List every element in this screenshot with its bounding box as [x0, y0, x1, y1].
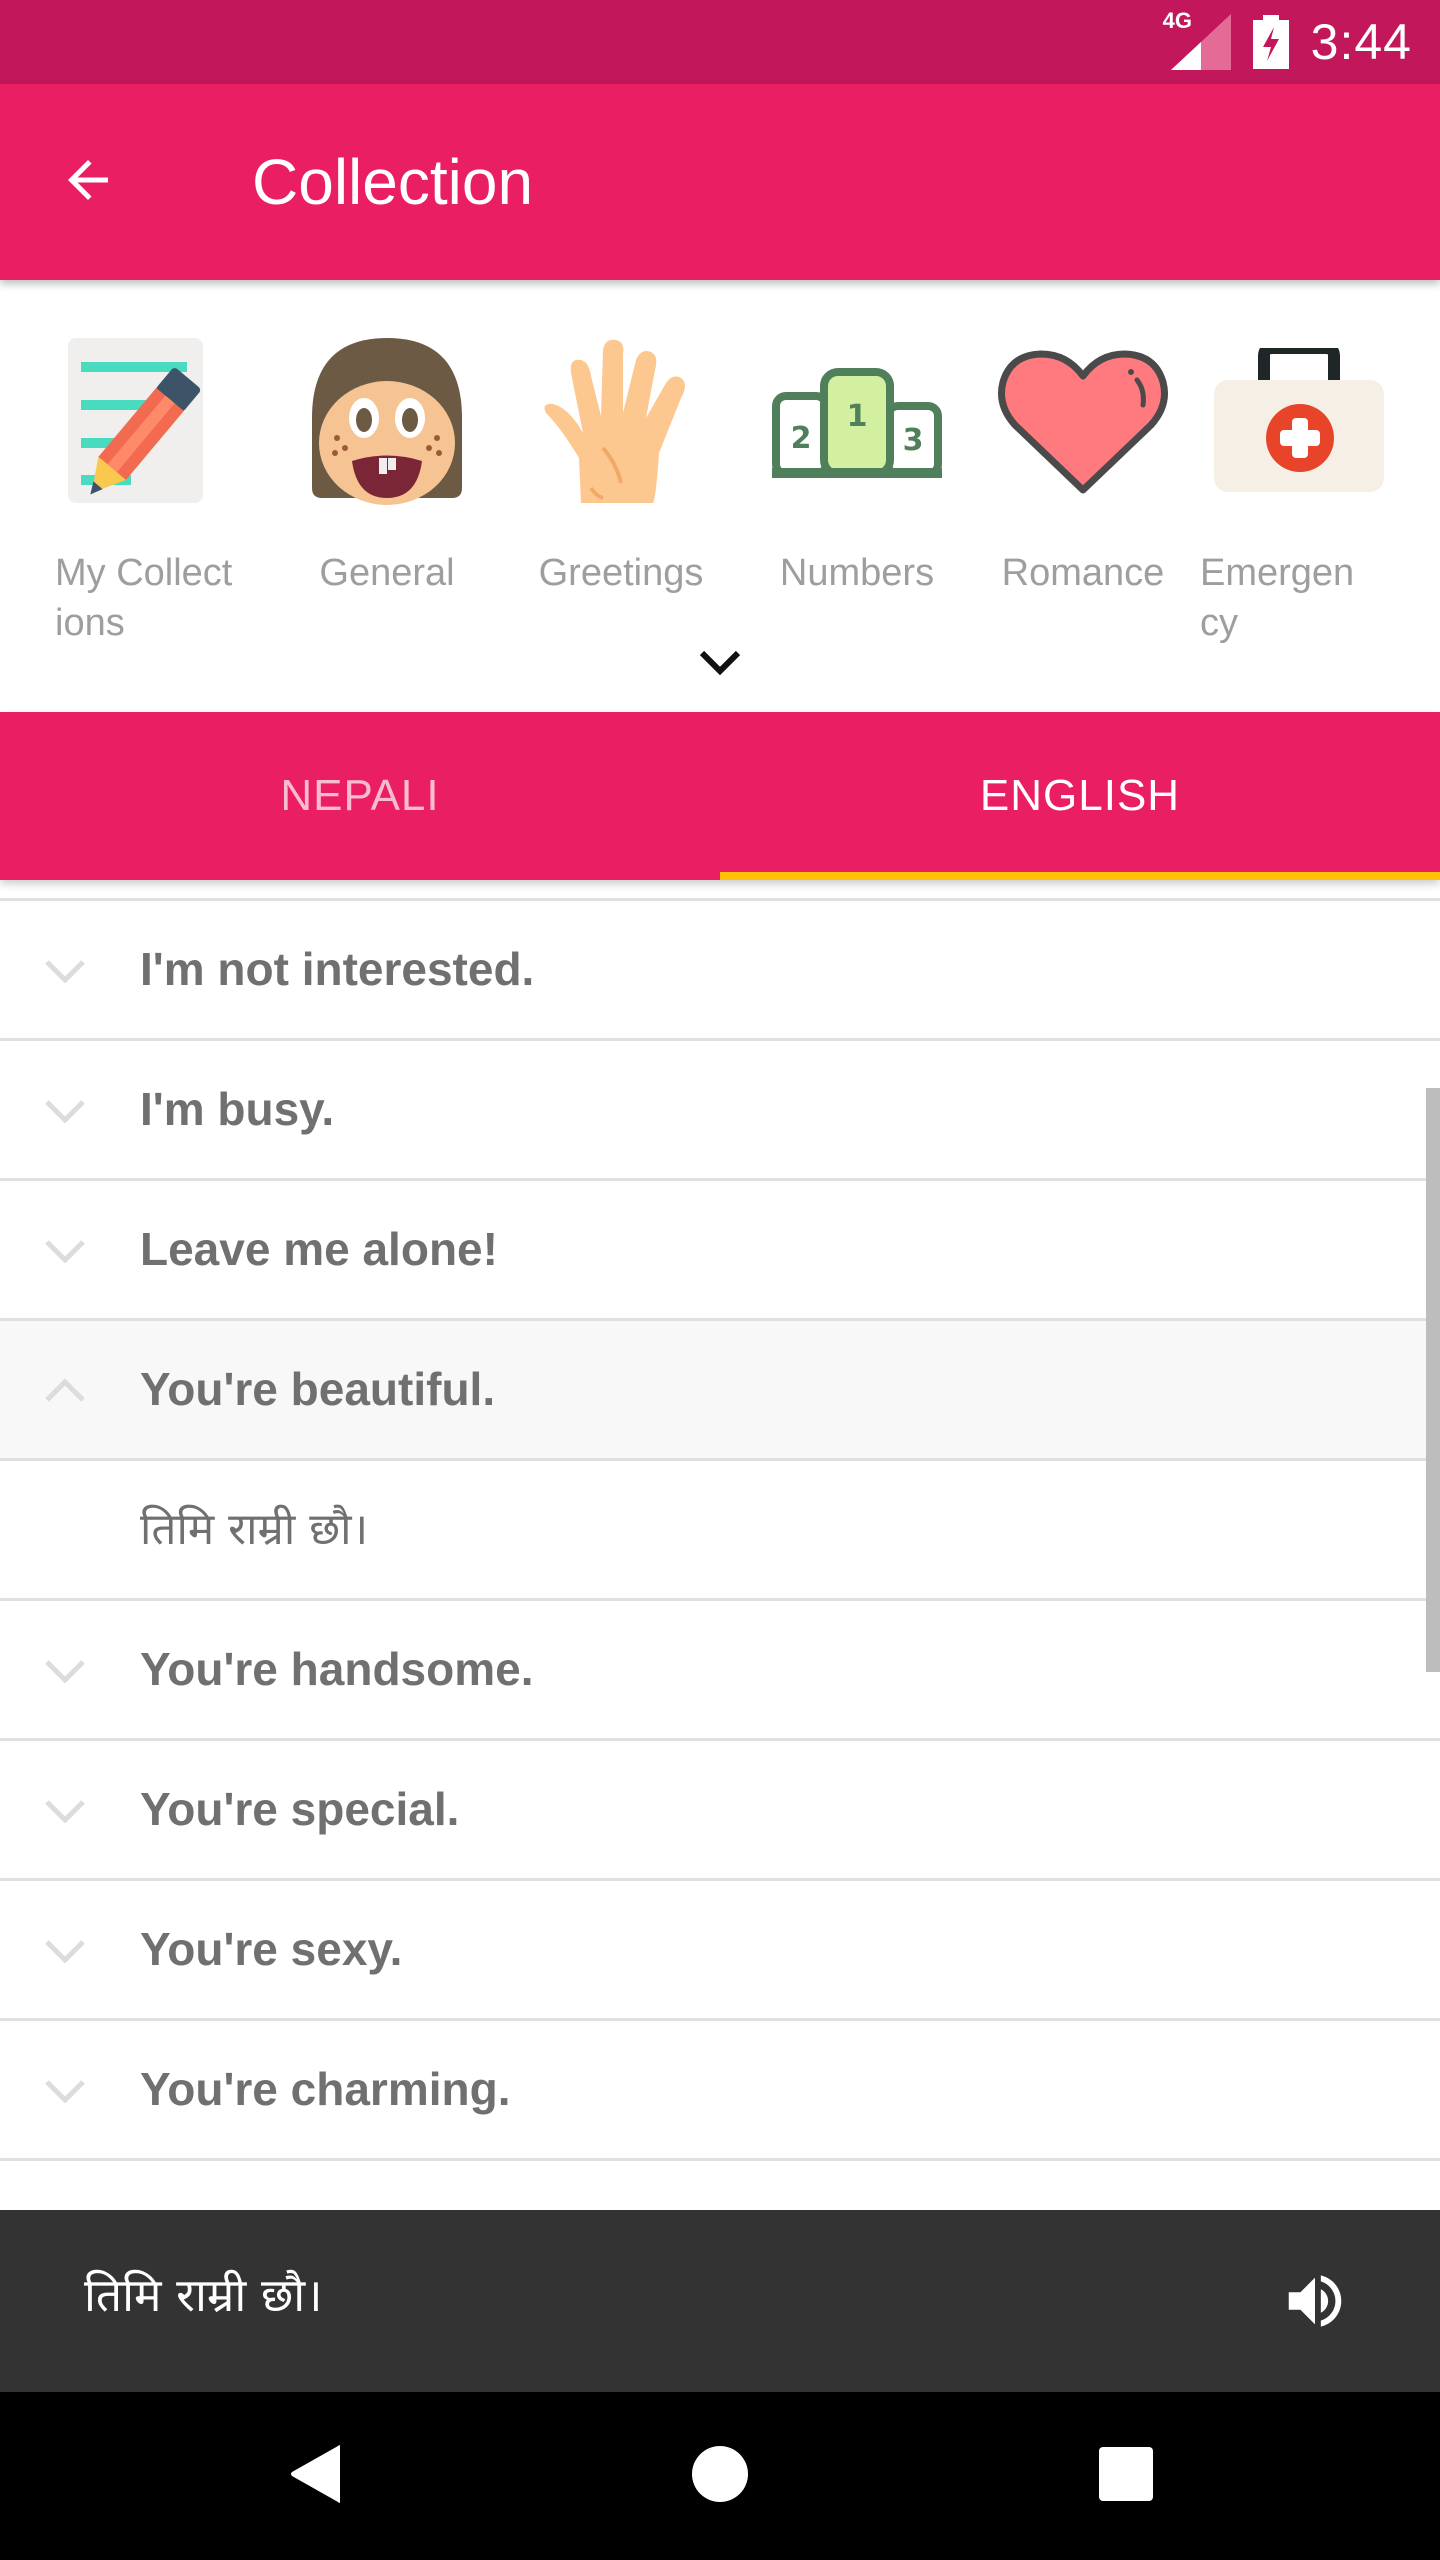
category-numbers[interactable]: 2 1 3 Numbers — [747, 330, 967, 650]
battery-charging-icon — [1252, 15, 1289, 69]
list-item[interactable]: You're special. — [0, 1741, 1440, 1881]
translation-row[interactable]: तिमि राम्री छौ। — [0, 1461, 1440, 1601]
list-scrollbar[interactable] — [1426, 1088, 1440, 1672]
category-label: Greetings — [538, 552, 704, 594]
category-label: General — [319, 552, 455, 594]
back-button[interactable] — [40, 134, 136, 230]
category-label: Numbers — [779, 552, 935, 594]
tab-english[interactable]: ENGLISH — [720, 712, 1440, 880]
svg-text:2: 2 — [791, 421, 812, 456]
speaker-icon — [1280, 2266, 1350, 2341]
chevron-up-icon — [40, 1366, 90, 1416]
category-emergency[interactable]: Emergen cy — [1200, 330, 1420, 650]
nav-back-button[interactable] — [276, 2436, 356, 2516]
category-greetings[interactable]: Greetings — [511, 330, 731, 650]
audio-player-bar: तिमि राम्री छौ। — [0, 2210, 1440, 2392]
heart-icon — [973, 330, 1193, 515]
nav-home-button[interactable] — [680, 2436, 760, 2516]
phrase-list: I'm not interested. I'm busy. Leave me a… — [0, 898, 1440, 2210]
list-item[interactable]: Leave me alone! — [0, 1181, 1440, 1321]
phrase-text: You're sexy. — [140, 1923, 403, 1975]
chevron-down-icon — [40, 1646, 90, 1696]
nav-recents-icon — [1099, 2446, 1153, 2506]
app-toolbar: Collection — [0, 84, 1440, 280]
list-item[interactable]: I'm not interested. — [0, 901, 1440, 1041]
notepad-pencil-icon — [45, 330, 255, 515]
chevron-down-icon — [40, 1086, 90, 1136]
waving-hand-icon — [511, 330, 731, 515]
category-my-collections[interactable]: My Collect ions — [45, 330, 255, 650]
category-label: Emergen cy — [1200, 552, 1355, 644]
list-item[interactable]: You're charming. — [0, 2021, 1440, 2161]
status-bar: 4G 3:44 — [0, 0, 1440, 84]
category-label: Romance — [1001, 552, 1165, 594]
first-aid-kit-icon — [1200, 330, 1420, 515]
tab-nepali[interactable]: NEPALI — [0, 712, 720, 880]
language-tabs: NEPALI ENGLISH — [0, 712, 1440, 880]
page-title: Collection — [252, 146, 534, 218]
tab-indicator — [720, 872, 1440, 880]
podium-icon: 2 1 3 — [747, 330, 967, 515]
phrase-text: I'm busy. — [140, 1083, 335, 1135]
category-label: My Collect ions — [55, 552, 233, 644]
chevron-down-icon — [40, 1226, 90, 1276]
chevron-down-icon — [40, 946, 90, 996]
category-general[interactable]: General — [277, 330, 497, 650]
svg-text:3: 3 — [903, 423, 924, 458]
nav-back-icon — [288, 2444, 344, 2509]
list-item[interactable]: You're handsome. — [0, 1601, 1440, 1741]
chevron-down-icon — [40, 2066, 90, 2116]
translation-text: तिमि राम्री छौ। — [140, 1504, 369, 1555]
nav-recents-button[interactable] — [1086, 2436, 1166, 2516]
list-item-expanded[interactable]: You're beautiful. — [0, 1321, 1440, 1461]
nav-home-icon — [691, 2445, 749, 2508]
chevron-down-icon — [698, 647, 742, 682]
category-strip: My Collect ions General Greetings 2 1 3 … — [0, 280, 1440, 712]
phrase-text: I'm not interested. — [140, 943, 535, 995]
expand-categories-button[interactable] — [696, 640, 744, 688]
arrow-left-icon — [58, 150, 118, 215]
signal-icon: 4G — [1163, 8, 1231, 70]
phrase-text: You're beautiful. — [140, 1363, 496, 1415]
category-romance[interactable]: Romance — [973, 330, 1193, 650]
player-text: तिमि राम्री छौ। — [84, 2268, 323, 2322]
svg-text:1: 1 — [847, 399, 868, 434]
phrase-text: You're handsome. — [140, 1643, 534, 1695]
status-icons: 4G 3:44 — [1163, 0, 1412, 84]
system-nav-bar — [0, 2392, 1440, 2560]
status-time: 3:44 — [1310, 14, 1412, 70]
chevron-down-icon — [40, 1786, 90, 1836]
smiling-face-icon — [277, 330, 497, 515]
phrase-text: You're special. — [140, 1783, 460, 1835]
chevron-down-icon — [40, 1926, 90, 1976]
phrase-text: Leave me alone! — [140, 1223, 498, 1275]
list-item[interactable]: You're sexy. — [0, 1881, 1440, 2021]
list-item[interactable]: I'm busy. — [0, 1041, 1440, 1181]
play-audio-button[interactable] — [1270, 2258, 1360, 2348]
phrase-text: You're charming. — [140, 2063, 511, 2115]
